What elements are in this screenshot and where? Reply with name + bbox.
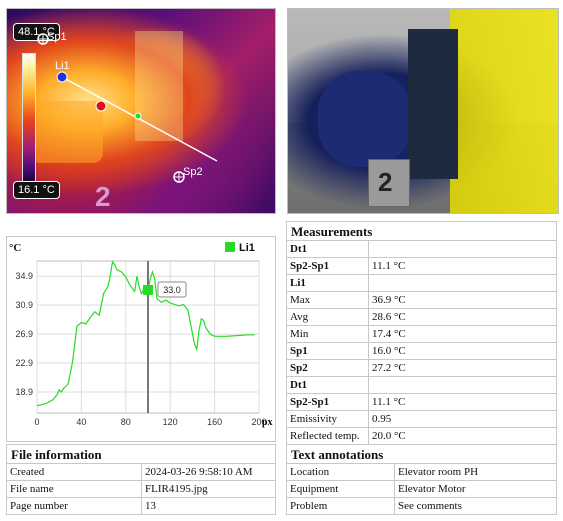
measurement-row-label: Dt1	[286, 240, 369, 258]
file-info-row-value: 13	[141, 497, 276, 515]
x-tick-label: 80	[121, 417, 131, 427]
measurement-row-value: 16.0 °C	[368, 342, 557, 360]
file-info-table: Created 2024-03-26 9:58:10 AM File name FLI…	[6, 463, 276, 515]
motor-flywheel	[408, 29, 458, 179]
measurement-row-value	[368, 376, 557, 394]
measurement-row-label: Sp2-Sp1	[286, 393, 369, 411]
y-tick-label: 22.9	[15, 358, 33, 368]
file-info-row-value: FLIR4195.jpg	[141, 480, 276, 498]
line-start-handle	[56, 71, 68, 83]
measurement-row: Dt1	[286, 240, 557, 258]
y-tick-label: 30.9	[15, 300, 33, 310]
measurements-title: Measurements	[286, 221, 557, 242]
x-tick-label: 0	[34, 417, 39, 427]
thermal-image: 2 48.1 °C 16.1 °C Sp1 Li1 Sp2	[6, 8, 276, 214]
annotation-row-label: Location	[286, 463, 395, 481]
measurement-row: Sp2 27.2 °C	[286, 359, 557, 377]
measurement-row: Sp1 16.0 °C	[286, 342, 557, 360]
measurement-row-value	[368, 274, 557, 292]
annotation-row-value: Elevator room PH	[394, 463, 557, 481]
annotation-row: Location Elevator room PH	[286, 463, 557, 481]
measurement-row: Reflected temp. 20.0 °C	[286, 427, 557, 445]
x-tick-label: 40	[76, 417, 86, 427]
annotation-row-value: See comments	[394, 497, 557, 515]
y-tick-label: 26.9	[15, 329, 33, 339]
measurement-row-label: Sp2-Sp1	[286, 257, 369, 275]
file-info-row-label: Page number	[6, 497, 142, 515]
spot1-label: Sp1	[47, 31, 67, 43]
measurement-row-label: Sp1	[286, 342, 369, 360]
annotation-row: Equipment Elevator Motor	[286, 480, 557, 498]
measurement-row: Li1	[286, 274, 557, 292]
measurement-row: Avg 28.6 °C	[286, 308, 557, 326]
measurement-row-value: 28.6 °C	[368, 308, 557, 326]
legend-swatch	[225, 242, 235, 252]
measurement-row-value: 0.95	[368, 410, 557, 428]
measurement-row-value: 11.1 °C	[368, 257, 557, 275]
legend-label: Li1	[239, 242, 255, 254]
file-info-row: Created 2024-03-26 9:58:10 AM	[6, 463, 276, 481]
x-tick-label: 120	[163, 417, 178, 427]
measurement-row-value: 36.9 °C	[368, 291, 557, 309]
measurements-table: Dt1 Sp2-Sp1 11.1 °C Li1 Max 36.9 °C Avg 28.6 °C…	[286, 240, 557, 445]
text-annotations-title: Text annotations	[286, 444, 557, 465]
measurement-row-label: Li1	[286, 274, 369, 292]
file-info-row-label: Created	[6, 463, 142, 481]
hot-spot-marker	[95, 100, 107, 112]
measurement-row: Max 36.9 °C	[286, 291, 557, 309]
measurement-row-label: Reflected temp.	[286, 427, 369, 445]
measurement-row: Sp2-Sp1 11.1 °C	[286, 257, 557, 275]
measurement-row: Min 17.4 °C	[286, 325, 557, 343]
measurement-row: Sp2-Sp1 11.1 °C	[286, 393, 557, 411]
x-unit-label: px	[262, 417, 273, 428]
y-tick-label: 18.9	[15, 387, 33, 397]
annotation-row-label: Equipment	[286, 480, 395, 498]
measurement-row-label: Emissivity	[286, 410, 369, 428]
text-annotations-table: Location Elevator room PH Equipment Elevato…	[286, 463, 557, 515]
motor-body	[318, 71, 410, 167]
line-label: Li1	[55, 60, 70, 72]
cursor-value-label: 33.0	[163, 285, 181, 295]
annotation-row-label: Problem	[286, 497, 395, 515]
measurement-row-value	[368, 240, 557, 258]
floor-marker-digit: 2	[378, 167, 393, 197]
y-tick-label: 34.9	[15, 271, 33, 281]
file-info-row: File name FLIR4195.jpg	[6, 480, 276, 498]
measurement-row-label: Min	[286, 325, 369, 343]
file-info-row-label: File name	[6, 480, 142, 498]
measurement-row-value: 11.1 °C	[368, 393, 557, 411]
visual-image: 2	[287, 8, 559, 214]
file-info-title: File information	[6, 444, 276, 465]
chart-svg: 34.930.926.922.918.90 40 80 120 160 200°CpxLi…	[9, 242, 273, 428]
y-unit-label: °C	[9, 242, 21, 254]
annotation-row: Problem See comments	[286, 497, 557, 515]
measurement-row-label: Dt1	[286, 376, 369, 394]
measurement-row-label: Max	[286, 291, 369, 309]
measurement-row-label: Avg	[286, 308, 369, 326]
measurement-row-label: Sp2	[286, 359, 369, 377]
measurement-row-value: 20.0 °C	[368, 427, 557, 445]
measurement-row-value: 27.2 °C	[368, 359, 557, 377]
measurement-row: Dt1	[286, 376, 557, 394]
measurement-row: Emissivity 0.95	[286, 410, 557, 428]
measurement-row-value: 17.4 °C	[368, 325, 557, 343]
x-tick-label: 160	[207, 417, 222, 427]
cursor-marker	[143, 284, 153, 295]
annotation-row-value: Elevator Motor	[394, 480, 557, 498]
file-info-row: Page number 13	[6, 497, 276, 515]
line-profile-chart: 34.9 30.9 26.9 22.9 18.9 0 40 80 120 160 200 °C px Li…	[6, 236, 276, 442]
line-cursor-point	[134, 112, 142, 120]
file-info-row-value: 2024-03-26 9:58:10 AM	[141, 463, 276, 481]
spot2-label: Sp2	[183, 166, 203, 178]
